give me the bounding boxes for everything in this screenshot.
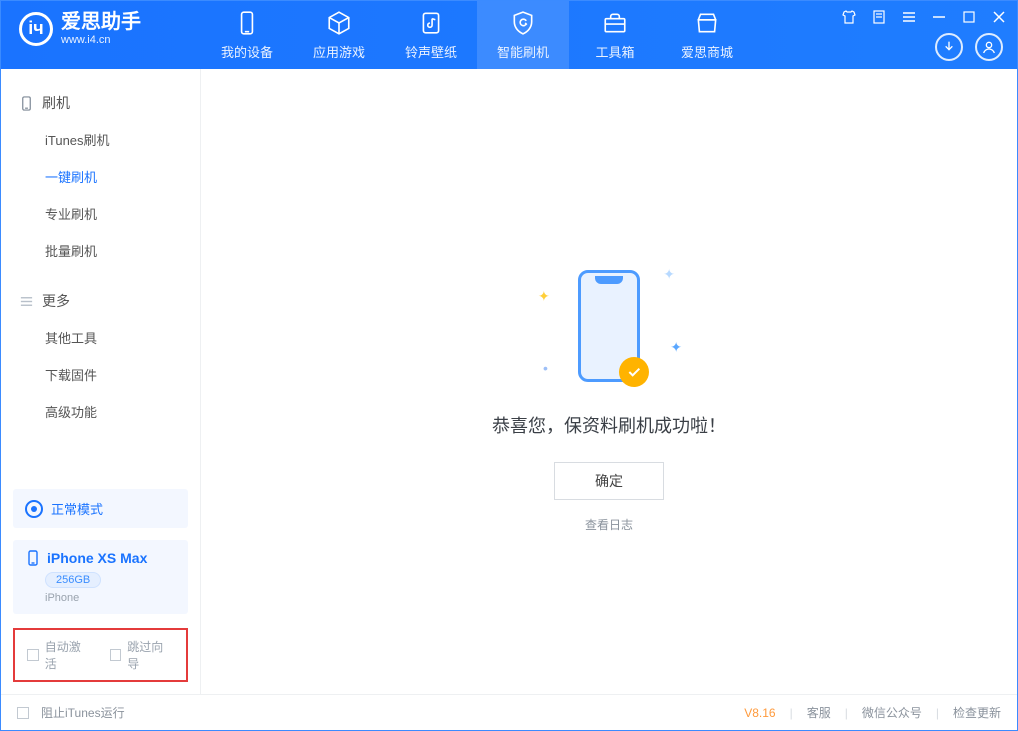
mode-label: 正常模式 <box>51 499 103 518</box>
logo: iч 爱思助手 www.i4.cn <box>1 1 201 47</box>
version-label: V8.16 <box>744 706 775 720</box>
device-type: iPhone <box>45 592 176 604</box>
checkbox-auto-activate[interactable]: 自动激活 <box>27 638 92 672</box>
sidebar: 刷机 iTunes刷机 一键刷机 专业刷机 批量刷机 更多 其他工具 下载固件 … <box>1 69 201 694</box>
statusbar: 阻止iTunes运行 V8.16 | 客服 | 微信公众号 | 检查更新 <box>1 694 1017 730</box>
phone-icon <box>234 10 260 36</box>
device-icon <box>19 96 34 111</box>
check-badge-icon <box>619 357 649 387</box>
body: 刷机 iTunes刷机 一键刷机 专业刷机 批量刷机 更多 其他工具 下载固件 … <box>1 69 1017 694</box>
header-actions <box>935 33 1003 61</box>
phone-illustration-icon <box>578 270 640 382</box>
refresh-shield-icon <box>510 10 536 36</box>
phone-small-icon <box>25 550 41 566</box>
tshirt-icon[interactable] <box>841 9 857 25</box>
sidebar-group-flash: 刷机 <box>1 85 200 121</box>
cube-icon <box>326 10 352 36</box>
sidebar-item-batch[interactable]: 批量刷机 <box>1 232 200 269</box>
user-icon[interactable] <box>975 33 1003 61</box>
sidebar-group2-label: 更多 <box>42 291 70 311</box>
tab-ringtone[interactable]: 铃声壁纸 <box>385 1 477 69</box>
store-icon <box>694 10 720 36</box>
checkbox-icon <box>17 707 29 719</box>
sidebar-item-firmware[interactable]: 下载固件 <box>1 356 200 393</box>
device-card[interactable]: iPhone XS Max 256GB iPhone <box>13 540 188 614</box>
app-window: iч 爱思助手 www.i4.cn 我的设备 应用游戏 铃声壁纸 智能刷机 <box>0 0 1018 731</box>
tab-toolbox[interactable]: 工具箱 <box>569 1 661 69</box>
device-name: iPhone XS Max <box>47 550 147 566</box>
tab-store[interactable]: 爱思商城 <box>661 1 753 69</box>
footer-link-update[interactable]: 检查更新 <box>953 704 1001 721</box>
top-tabs: 我的设备 应用游戏 铃声壁纸 智能刷机 工具箱 爱思商城 <box>201 1 753 69</box>
toolbox-icon <box>602 10 628 36</box>
sidebar-item-itunes[interactable]: iTunes刷机 <box>1 121 200 158</box>
sparkle-icon: • <box>543 360 548 376</box>
footer-link-wechat[interactable]: 微信公众号 <box>862 704 922 721</box>
footer-link-support[interactable]: 客服 <box>807 704 831 721</box>
window-controls <box>841 9 1007 25</box>
close-icon[interactable] <box>991 9 1007 25</box>
sidebar-item-oneclick[interactable]: 一键刷机 <box>1 158 200 195</box>
checkbox-block-itunes[interactable]: 阻止iTunes运行 <box>17 704 125 721</box>
sidebar-bottom: 正常模式 iPhone XS Max 256GB iPhone 自动激活 <box>1 489 200 694</box>
note-icon[interactable] <box>871 9 887 25</box>
options-highlight: 自动激活 跳过向导 <box>13 628 188 682</box>
list-icon <box>19 294 34 309</box>
mode-indicator-icon <box>25 500 43 518</box>
sparkle-icon: ✦ <box>663 266 675 283</box>
sidebar-item-pro[interactable]: 专业刷机 <box>1 195 200 232</box>
checkbox-icon <box>27 649 39 661</box>
download-icon[interactable] <box>935 33 963 61</box>
sparkle-icon: ✦ <box>538 288 550 305</box>
mode-card[interactable]: 正常模式 <box>13 489 188 528</box>
music-file-icon <box>418 10 444 36</box>
checkbox-skip-guide[interactable]: 跳过向导 <box>110 638 175 672</box>
tab-device[interactable]: 我的设备 <box>201 1 293 69</box>
sparkle-icon: ✦ <box>670 339 682 356</box>
sidebar-item-other[interactable]: 其他工具 <box>1 319 200 356</box>
sidebar-group-more: 更多 <box>1 283 200 319</box>
ok-button[interactable]: 确定 <box>554 462 664 500</box>
tab-apps[interactable]: 应用游戏 <box>293 1 385 69</box>
view-log-link[interactable]: 查看日志 <box>585 516 633 533</box>
sidebar-group1-label: 刷机 <box>42 93 70 113</box>
device-capacity: 256GB <box>45 572 101 588</box>
logo-icon: iч <box>19 12 53 46</box>
maximize-icon[interactable] <box>961 9 977 25</box>
tab-flash[interactable]: 智能刷机 <box>477 1 569 69</box>
menu-icon[interactable] <box>901 9 917 25</box>
main-content: ✦ ✦ • ✦ 恭喜您，保资料刷机成功啦！ 确定 查看日志 <box>201 69 1017 694</box>
minimize-icon[interactable] <box>931 9 947 25</box>
success-illustration: ✦ ✦ • ✦ <box>578 270 640 382</box>
sidebar-item-advanced[interactable]: 高级功能 <box>1 393 200 430</box>
brand-url: www.i4.cn <box>61 34 141 47</box>
success-message: 恭喜您，保资料刷机成功啦！ <box>492 412 726 438</box>
titlebar: iч 爱思助手 www.i4.cn 我的设备 应用游戏 铃声壁纸 智能刷机 <box>1 1 1017 69</box>
brand-name: 爱思助手 <box>61 11 141 34</box>
checkbox-icon <box>110 649 122 661</box>
